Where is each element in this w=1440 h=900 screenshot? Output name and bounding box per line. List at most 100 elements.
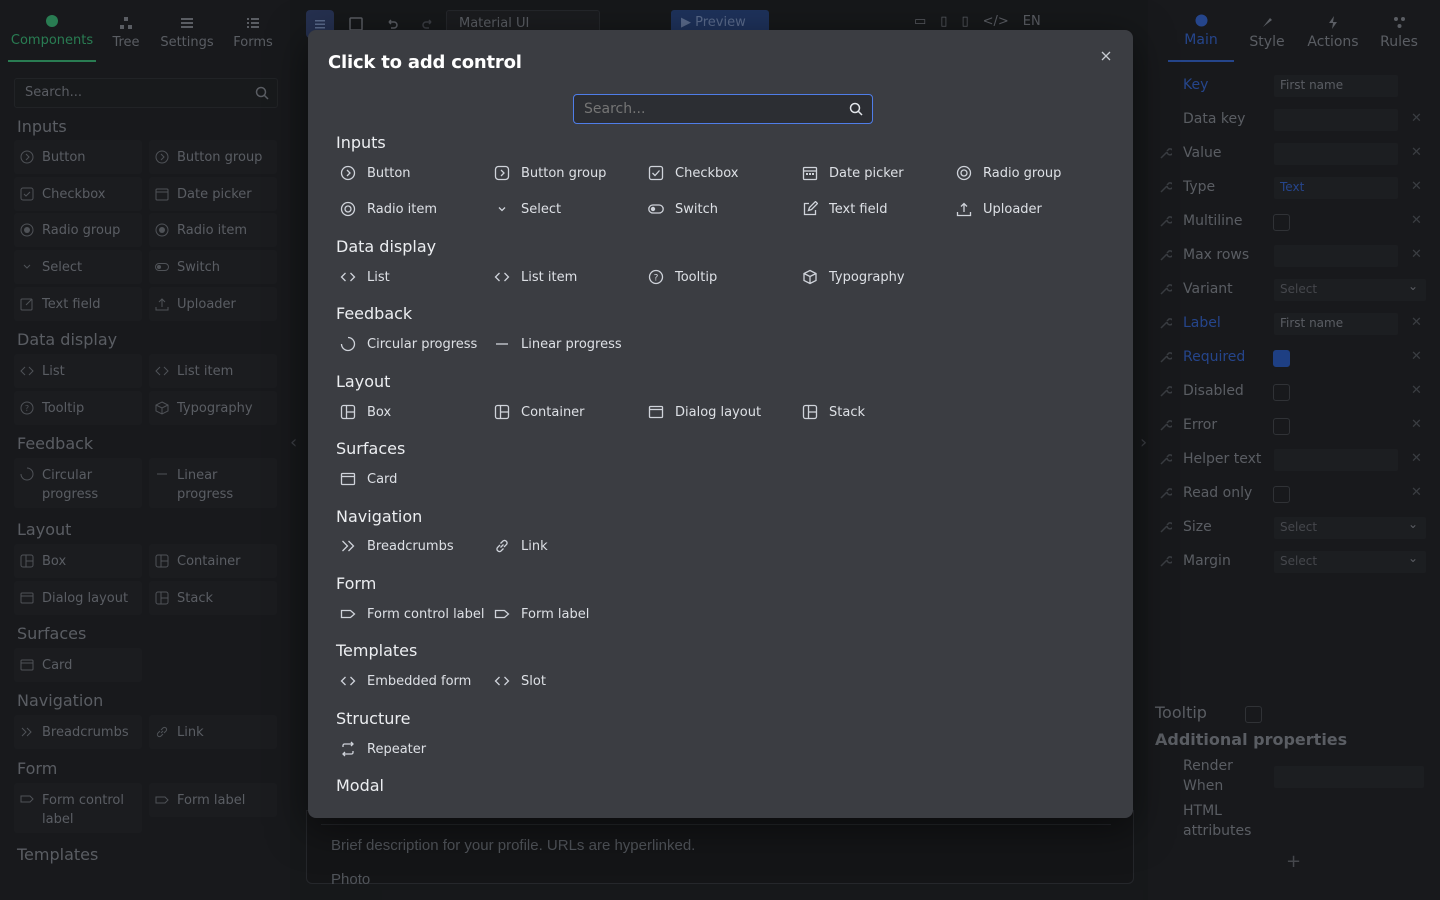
control-label: Box [367,404,392,420]
close-icon[interactable] [1098,48,1114,64]
cube-icon [803,269,817,285]
checkbox-icon [648,165,664,181]
control-repeater[interactable]: Repeater [336,737,426,761]
control-label: Checkbox [675,165,739,181]
layout-icon [494,404,510,420]
button-group-icon [494,165,510,181]
group-heading-layout: Layout [336,372,391,391]
control-label: Switch [675,201,718,217]
control-form-label[interactable]: Form label [490,602,589,626]
control-link[interactable]: Link [490,534,548,558]
add-control-dialog: Click to add control Inputs Button Butto… [308,30,1133,818]
group-heading-modal: Modal [336,776,384,795]
control-button-group[interactable]: Button group [490,161,606,185]
layout-icon [802,404,818,420]
control-slot[interactable]: Slot [490,669,546,693]
control-label: Form label [521,606,590,622]
control-search-input[interactable] [573,94,873,124]
control-uploader[interactable]: Uploader [952,197,1042,221]
edit-icon [803,201,818,216]
control-date-picker[interactable]: Date picker [798,161,904,185]
control-label: Button [367,165,411,181]
control-button[interactable]: Button [336,161,411,185]
control-circular-progress[interactable]: Circular progress [336,332,477,356]
control-label: Container [521,404,585,420]
control-typography[interactable]: Typography [798,265,905,289]
spinner-icon [340,336,356,352]
control-card[interactable]: Card [336,467,397,491]
window-icon [648,405,664,419]
window-icon [340,472,356,486]
control-label: Date picker [829,165,904,181]
group-heading-navigation: Navigation [336,507,423,526]
control-list-item[interactable]: List item [490,265,577,289]
control-label: Dialog layout [675,404,762,420]
control-breadcrumbs[interactable]: Breadcrumbs [336,534,454,558]
control-tooltip[interactable]: ? Tooltip [644,265,717,289]
dialog-title: Click to add control [328,52,522,73]
group-heading-data-display: Data display [336,237,437,256]
control-label: Repeater [367,741,427,757]
minus-icon [496,343,508,345]
group-heading-structure: Structure [336,709,411,728]
label-icon [494,609,510,619]
help-icon: ? [648,269,664,285]
control-label: Tooltip [675,269,718,285]
control-select[interactable]: Select [490,197,561,221]
label-icon [340,609,356,619]
search-icon [849,102,863,116]
svg-text:?: ? [654,274,659,284]
code-icon [340,676,356,686]
control-label: Uploader [983,201,1042,217]
control-label: Text field [829,201,888,217]
control-label: Card [367,471,398,487]
chevron-down-icon [498,207,506,212]
control-radio-group[interactable]: Radio group [952,161,1061,185]
group-heading-templates: Templates [336,641,418,660]
control-embedded-form[interactable]: Embedded form [336,669,471,693]
control-label: Stack [829,404,865,420]
control-form-control-label[interactable]: Form control label [336,602,485,626]
control-label: List [367,269,390,285]
group-heading-feedback: Feedback [336,304,413,323]
upload-icon [956,202,972,217]
control-label: Breadcrumbs [367,538,454,554]
control-label: List item [521,269,578,285]
code-icon [340,272,356,282]
control-radio-item[interactable]: Radio item [336,197,437,221]
repeat-icon [342,741,354,757]
code-icon [494,272,510,282]
control-list[interactable]: List [336,265,390,289]
group-heading-surfaces: Surfaces [336,439,406,458]
control-label: Embedded form [367,673,472,689]
switch-icon [648,204,664,214]
control-label: Select [521,201,562,217]
control-label: Circular progress [367,336,478,352]
control-label: Typography [829,269,905,285]
control-linear-progress[interactable]: Linear progress [490,332,622,356]
code-icon [494,676,510,686]
layout-icon [340,404,356,420]
control-box[interactable]: Box [336,400,391,424]
control-label: Link [521,538,548,554]
radio-icon [340,201,356,217]
group-heading-inputs: Inputs [336,133,386,152]
control-container[interactable]: Container [490,400,585,424]
control-stack[interactable]: Stack [798,400,865,424]
control-label: Form control label [367,606,485,622]
control-label: Radio group [983,165,1062,181]
control-label: Button group [521,165,607,181]
control-switch[interactable]: Switch [644,197,718,221]
control-dialog-layout[interactable]: Dialog layout [644,400,761,424]
link-icon [496,539,508,553]
calendar-icon [802,166,818,181]
chevrons-right-icon [342,540,355,552]
control-text-field[interactable]: Text field [798,197,887,221]
control-label: Slot [521,673,546,689]
button-icon [340,165,356,181]
control-label: Linear progress [521,336,622,352]
control-checkbox[interactable]: Checkbox [644,161,739,185]
control-label: Radio item [367,201,438,217]
group-heading-form: Form [336,574,377,593]
radio-icon [956,165,972,181]
